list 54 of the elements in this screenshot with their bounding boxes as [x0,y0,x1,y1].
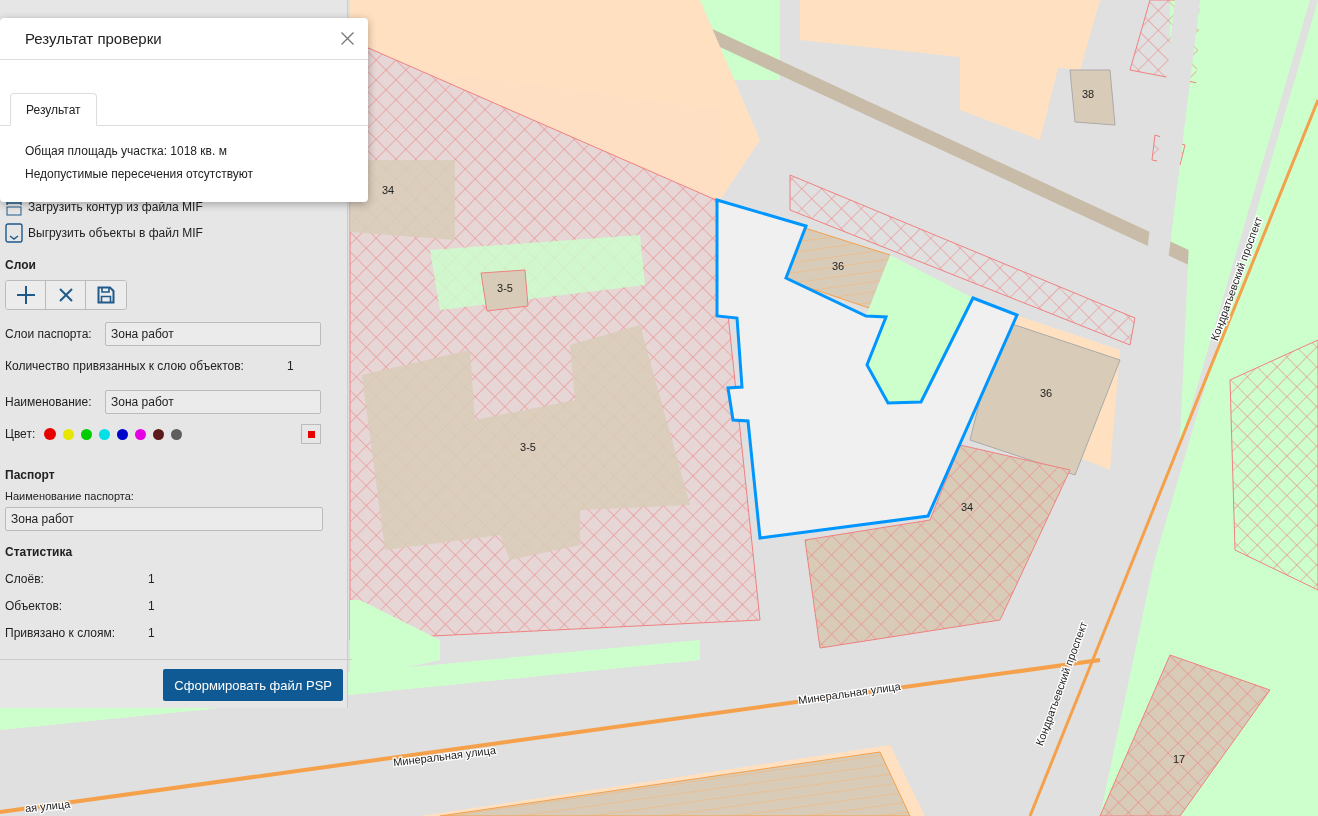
building-number: 36 [1039,387,1053,399]
file-download-icon [5,223,23,243]
stat-label: Слоёв: [5,572,45,588]
name-field[interactable]: Зона работ [105,390,321,414]
building-number: 34 [381,184,395,196]
layer-select-field[interactable]: Зона работ [105,322,321,346]
color-swatch[interactable] [171,428,183,440]
color-swatch[interactable] [99,428,111,440]
result-text: Недопустимые пересечения отсутствуют [25,167,255,181]
delete-button[interactable] [46,281,86,309]
stat-label: Привязано к слоям: [5,626,117,642]
selected-area-outline[interactable] [715,198,1019,540]
color-swatch[interactable] [44,428,57,440]
section-heading: Слои [5,258,37,274]
dialog-title: Результат проверки [25,30,162,47]
add-button[interactable] [6,281,46,309]
stat-label: Объектов: [5,599,64,615]
building-number: 17 [1172,753,1186,765]
street-name: Минеральная улица [797,679,902,707]
section-heading: Паспорт [5,468,56,484]
color-swatch[interactable] [117,428,129,440]
result-tab[interactable]: Результат [10,93,97,126]
stat-value: 1 [148,599,155,615]
close-icon [58,288,73,302]
street-name: Минеральная улица [392,743,497,769]
building-number: 3-5 [520,441,536,453]
save-icon [97,286,115,304]
field-label: Цвет: [5,427,36,441]
plus-icon [15,285,36,305]
color-swatch[interactable] [153,428,165,440]
color-swatch[interactable] [63,428,75,440]
color-swatch[interactable] [81,428,93,440]
result-text: Общая площадь участка: 1018 кв. м [25,144,228,158]
building-number: 38 [1081,88,1095,100]
street-name: ая улица [24,797,71,815]
field-label: Наименование паспорта: [5,490,135,502]
color-swatch[interactable] [135,428,147,440]
export-mif-link[interactable]: Выгрузить объекты в файл MIF [5,222,347,244]
section-heading: Статистика [5,545,74,561]
stat-value: 1 [148,626,155,642]
close-icon [341,32,354,45]
building-number: 34 [960,501,974,513]
save-button[interactable] [86,281,126,309]
current-color-button[interactable] [301,424,321,444]
passport-name-field[interactable]: Зона работ [5,507,323,531]
object-count: 1 [287,359,294,373]
building-number: 36 [831,260,845,272]
generate-psp-button[interactable]: Сформировать файл PSP [163,669,343,701]
close-button[interactable] [339,30,356,47]
stat-value: 1 [148,572,155,588]
building-number: 3-5 [497,282,513,294]
field-label: Слои паспорта: [5,327,93,341]
field-label: Наименование: [5,395,93,409]
field-label: Количество привязанных к слою объектов: [5,359,245,373]
